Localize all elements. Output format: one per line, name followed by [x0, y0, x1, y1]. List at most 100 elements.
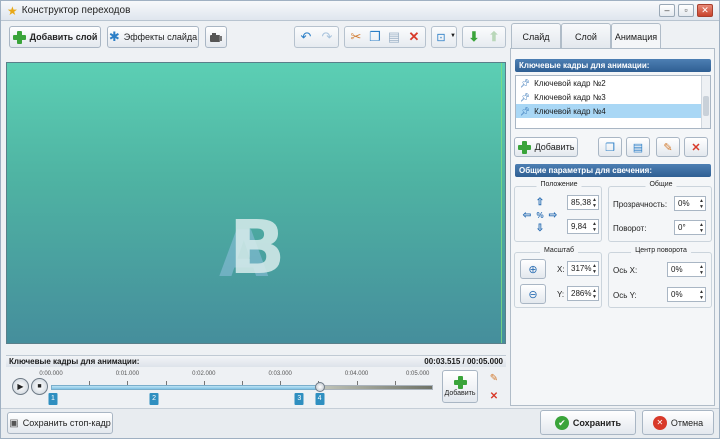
stop-button[interactable]: ■	[31, 378, 48, 395]
pivot-x-label: Ось X:	[613, 266, 638, 275]
delete-icon[interactable]: ✕	[405, 27, 423, 47]
tick-label: 0:05.000	[406, 371, 430, 377]
play-button[interactable]: ▶	[12, 378, 29, 395]
keyframe-add-label: Добавить	[534, 142, 575, 152]
close-window-button[interactable]: ✕	[697, 4, 713, 17]
play-icon: ▶	[17, 382, 24, 391]
zoom-in-icon: ⊕	[528, 263, 538, 276]
spin-arrows-icon[interactable]: ▲ ▼	[699, 289, 704, 301]
copy-icon[interactable]: ❐	[366, 27, 384, 47]
camera-button[interactable]	[205, 26, 227, 48]
timeline-ruler[interactable]: 0:00.000 0:01.000 0:02.000 0:03.000 0:04…	[39, 371, 433, 405]
playhead-thumb[interactable]	[314, 382, 325, 392]
zoom-in-button[interactable]: ⊕	[520, 259, 546, 279]
tick-label: 0:02.000	[192, 371, 216, 377]
cancel-button[interactable]: ✕ Отмена	[642, 410, 714, 435]
keyframe-label: Ключевой кадр №2	[534, 78, 606, 88]
move-up-icon[interactable]: ⬆	[485, 27, 503, 47]
pivot-x-value: 0%	[671, 265, 683, 274]
paste-icon: ▤	[632, 141, 644, 154]
scale-y-value: 286%	[571, 289, 592, 298]
delete-keyframe-icon[interactable]: ✕	[486, 389, 502, 403]
keyframe-marker[interactable]: 3	[294, 393, 304, 405]
keyframe-list[interactable]: 📌︎ Ключевой кадр №2 📌︎ Ключевой кадр №3 …	[515, 75, 711, 129]
fit-icon[interactable]: ⊡	[432, 27, 450, 47]
spin-arrows-icon[interactable]: ▲ ▼	[592, 221, 597, 233]
tab-layer[interactable]: Слой	[561, 23, 611, 49]
position-y-field[interactable]: 9,84 ▲ ▼	[567, 219, 599, 234]
save-frame-button[interactable]: ▣ Сохранить стоп-кадр	[7, 412, 113, 434]
tab-animation[interactable]: Анимация	[611, 23, 661, 50]
percent-icon[interactable]: %	[534, 209, 546, 221]
arrow-up-icon[interactable]: ⇧	[534, 196, 546, 208]
spin-arrows-icon[interactable]: ▲ ▼	[592, 288, 597, 300]
delete-icon: ✕	[691, 141, 701, 154]
scale-y-label: Y:	[557, 290, 565, 299]
spin-arrows-icon[interactable]: ▲ ▼	[592, 197, 597, 209]
scale-x-field[interactable]: 317% ▲ ▼	[567, 261, 599, 276]
keyframe-marker[interactable]: 4	[315, 393, 325, 405]
maximize-button[interactable]: ▫	[678, 4, 694, 17]
undo-icon[interactable]: ↶	[297, 27, 315, 47]
spin-arrows-icon[interactable]: ▲ ▼	[699, 198, 704, 210]
tab-slide[interactable]: Слайд	[511, 23, 561, 49]
canvas-letter-front[interactable]: B	[229, 211, 285, 285]
keyframe-list-scrollbar[interactable]	[701, 76, 710, 128]
arrow-left-icon[interactable]: ⇦	[521, 209, 533, 221]
paste-icon[interactable]: ▤	[385, 27, 403, 47]
timeline-time: 00:03.515 / 00:05.000	[424, 357, 503, 366]
scale-box: Масштаб ⊕ ⊖ X: 317% ▲ ▼ Y: 286% ▲ ▼	[514, 247, 602, 308]
pivot-x-field[interactable]: 0% ▲ ▼	[667, 262, 706, 277]
pivot-y-value: 0%	[671, 290, 683, 299]
arrow-down-icon[interactable]: ⇩	[534, 222, 546, 234]
brush-icon: ✎	[663, 141, 673, 154]
pivot-y-field[interactable]: 0% ▲ ▼	[667, 287, 706, 302]
keyframe-add-button[interactable]: Добавить	[514, 137, 578, 157]
copy-icon: ❐	[605, 141, 615, 154]
scroll-thumb[interactable]	[703, 96, 709, 116]
keyframe-marker[interactable]: 2	[149, 393, 159, 405]
keyframe-label: Ключевой кадр №3	[534, 92, 606, 102]
save-button[interactable]: ✔ Сохранить	[540, 410, 636, 435]
position-x-field[interactable]: 85,38 ▲ ▼	[567, 195, 599, 210]
brush-keyframe-button[interactable]: ✎	[656, 137, 680, 157]
scale-y-field[interactable]: 286% ▲ ▼	[567, 286, 599, 301]
zoom-out-button[interactable]: ⊖	[520, 284, 546, 304]
keyframe-marker[interactable]: 1	[48, 393, 58, 405]
duplicate-keyframe-button[interactable]: ❐	[598, 137, 622, 157]
move-down-icon[interactable]: ⬇	[465, 27, 483, 47]
opacity-field[interactable]: 0% ▲ ▼	[674, 196, 706, 211]
position-x-value: 85,38	[571, 198, 592, 207]
rotation-value: 0°	[678, 223, 686, 232]
slide-effects-button[interactable]: ✱ Эффекты слайда	[107, 26, 199, 48]
spin-arrows-icon[interactable]: ▲ ▼	[699, 222, 704, 234]
transition-builder-window: ★ Конструктор переходов – ▫ ✕ Добавить с…	[0, 0, 720, 439]
list-item-selected[interactable]: 📌︎ Ключевой кадр №4	[516, 104, 710, 118]
tick-label: 0:04.000	[344, 371, 369, 377]
scale-label: Масштаб	[540, 247, 578, 257]
add-layer-button[interactable]: Добавить слой	[9, 26, 101, 48]
pivot-label: Центр поворота	[631, 247, 691, 257]
chevron-down-icon[interactable]: ▼	[450, 33, 456, 39]
slide-canvas[interactable]: A B	[6, 62, 506, 344]
paste-keyframe-button[interactable]: ▤	[626, 137, 650, 157]
title-bar: ★ Конструктор переходов – ▫ ✕	[1, 1, 719, 21]
redo-icon[interactable]: ↷	[318, 27, 336, 47]
timeline-add-button[interactable]: Добавить	[442, 370, 478, 403]
pin-icon: 📌︎	[520, 92, 531, 102]
save-label: Сохранить	[572, 417, 622, 428]
cut-icon[interactable]: ✂	[347, 27, 365, 47]
animation-panel: Ключевые кадры для анимации: 📌︎ Ключевой…	[510, 48, 715, 406]
spin-arrows-icon[interactable]: ▲ ▼	[699, 264, 704, 276]
tick-label: 0:00.000	[39, 371, 63, 377]
delete-keyframe-button[interactable]: ✕	[684, 137, 708, 157]
rotation-field[interactable]: 0° ▲ ▼	[674, 220, 706, 235]
pivot-y-label: Ось Y:	[613, 291, 637, 300]
list-item[interactable]: 📌︎ Ключевой кадр №3	[516, 90, 710, 104]
minimize-button[interactable]: –	[659, 4, 675, 17]
list-item[interactable]: 📌︎ Ключевой кадр №2	[516, 76, 710, 90]
spin-arrows-icon[interactable]: ▲ ▼	[592, 263, 597, 275]
arrow-right-icon[interactable]: ⇨	[547, 209, 559, 221]
opacity-value: 0%	[678, 199, 690, 208]
edit-keyframe-icon[interactable]: ✎	[486, 371, 502, 385]
